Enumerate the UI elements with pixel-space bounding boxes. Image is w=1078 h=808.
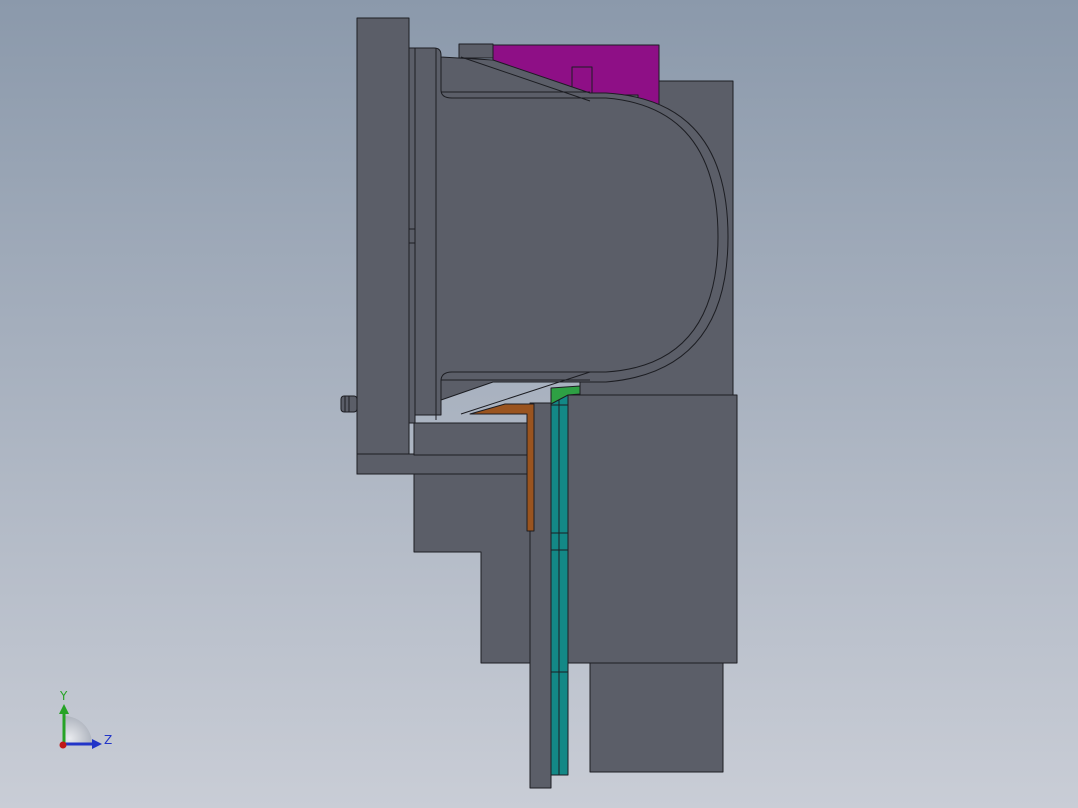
base-plate-lower-flange[interactable] xyxy=(356,453,531,475)
z-axis-label: Z xyxy=(104,733,112,747)
lower-right-block[interactable] xyxy=(559,394,738,664)
base-plate-inner-strip[interactable] xyxy=(413,422,531,456)
y-axis-label: Y xyxy=(59,689,68,703)
teal-rail[interactable] xyxy=(550,392,569,776)
x-axis-dot-icon xyxy=(59,741,67,749)
base-plate[interactable] xyxy=(356,17,410,475)
graphics-viewport[interactable]: Y Z xyxy=(0,0,1078,808)
side-pin[interactable] xyxy=(340,395,358,413)
cad-model-canvas[interactable]: Y Z xyxy=(0,0,1078,808)
bottom-block[interactable] xyxy=(589,662,724,773)
